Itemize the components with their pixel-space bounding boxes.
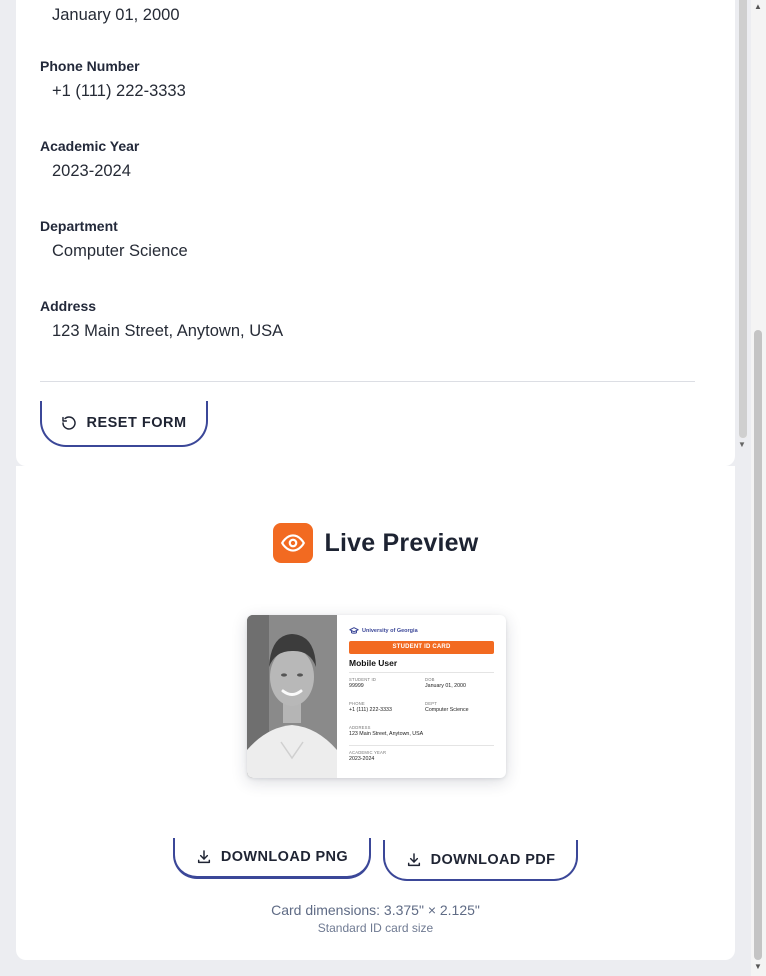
preview-header: Live Preview — [16, 523, 735, 563]
eye-icon — [272, 523, 313, 563]
address-card-label: ADDRESS — [349, 725, 371, 730]
scroll-up-icon[interactable]: ▲ — [754, 2, 762, 11]
form-scroll-thumb[interactable] — [739, 0, 747, 438]
phone-card-label: PHONE — [349, 701, 365, 706]
dob-card-label: DOB — [425, 677, 435, 682]
dob-value[interactable]: January 01, 2000 — [52, 6, 180, 25]
form-scrollbar[interactable]: ▼ — [736, 0, 750, 454]
department-label: Department — [40, 218, 118, 234]
department-value[interactable]: Computer Science — [52, 242, 188, 261]
student-photo — [247, 615, 337, 778]
download-pdf-button[interactable]: DOWNLOAD PDF — [383, 840, 578, 881]
phone-card-value: +1 (111) 222-3333 — [349, 707, 392, 713]
page-scrollbar[interactable]: ▲ ▼ — [751, 0, 766, 976]
download-icon — [406, 852, 422, 868]
dept-card-label: DEPT — [425, 701, 437, 706]
academic-year-cell: ACADEMIC YEAR 2023-2024 — [349, 750, 386, 762]
card-type-banner: STUDENT ID CARD — [349, 641, 494, 654]
student-id-value: 99999 — [349, 683, 364, 689]
dept-card-value: Computer Science — [425, 707, 469, 713]
download-png-label: DOWNLOAD PNG — [220, 849, 349, 865]
form-scroll-down-icon[interactable]: ▼ — [738, 440, 746, 450]
form-divider — [40, 381, 695, 382]
download-icon — [196, 849, 212, 865]
graduation-cap-icon — [349, 626, 359, 636]
reset-form-button[interactable]: RESET FORM — [40, 401, 208, 447]
university-row: University of Georgia — [349, 626, 418, 636]
id-card-details: University of Georgia STUDENT ID CARD Mo… — [337, 615, 506, 778]
phone-label: Phone Number — [40, 58, 140, 74]
card-dimensions-text: Card dimensions: 3.375" × 2.125" — [271, 902, 480, 918]
id-card-preview: University of Georgia STUDENT ID CARD Mo… — [247, 615, 506, 778]
address-card-value: 123 Main Street, Anytown, USA — [349, 731, 424, 737]
academic-year-field: Academic Year 2023-2024 — [40, 138, 140, 180]
phone-value[interactable]: +1 (111) 222-3333 — [52, 82, 186, 101]
dob-card-value: January 01, 2000 — [425, 683, 466, 689]
reset-form-label: RESET FORM — [86, 415, 187, 431]
phone-field: Phone Number +1 (111) 222-3333 — [40, 58, 186, 100]
download-pdf-label: DOWNLOAD PDF — [430, 851, 556, 868]
live-preview-panel: Live Preview University of Georgia STUDE… — [16, 466, 735, 960]
rotate-ccw-icon — [61, 415, 77, 431]
card-divider-bottom — [349, 745, 494, 746]
academic-year-value[interactable]: 2023-2024 — [52, 162, 131, 181]
card-dimensions-subtext: Standard ID card size — [317, 921, 434, 935]
student-id-cell: STUDENT ID 99999 — [349, 677, 376, 689]
academic-year-card-label: ACADEMIC YEAR — [349, 750, 387, 755]
student-name: Mobile User — [349, 658, 398, 668]
scroll-down-icon[interactable]: ▼ — [754, 962, 762, 971]
student-form-card: January 01, 2000 Phone Number +1 (111) 2… — [16, 0, 747, 466]
card-divider — [349, 672, 494, 673]
address-value[interactable]: 123 Main Street, Anytown, USA — [52, 322, 283, 341]
dept-cell: DEPT Computer Science — [425, 701, 469, 713]
address-label: Address — [40, 298, 97, 314]
academic-year-label: Academic Year — [40, 138, 140, 154]
dob-cell: DOB January 01, 2000 — [425, 677, 466, 689]
address-field: Address 123 Main Street, Anytown, USA — [40, 298, 283, 340]
student-id-label: STUDENT ID — [349, 677, 377, 682]
academic-year-card-value: 2023-2024 — [349, 756, 375, 762]
university-name: University of Georgia — [362, 628, 418, 634]
page-scroll-thumb[interactable] — [754, 330, 762, 960]
phone-cell: PHONE +1 (111) 222-3333 — [349, 701, 392, 713]
department-field: Department Computer Science — [40, 218, 188, 260]
download-png-button[interactable]: DOWNLOAD PNG — [173, 838, 371, 879]
address-cell: ADDRESS 123 Main Street, Anytown, USA — [349, 725, 423, 737]
preview-title: Live Preview — [324, 528, 479, 557]
